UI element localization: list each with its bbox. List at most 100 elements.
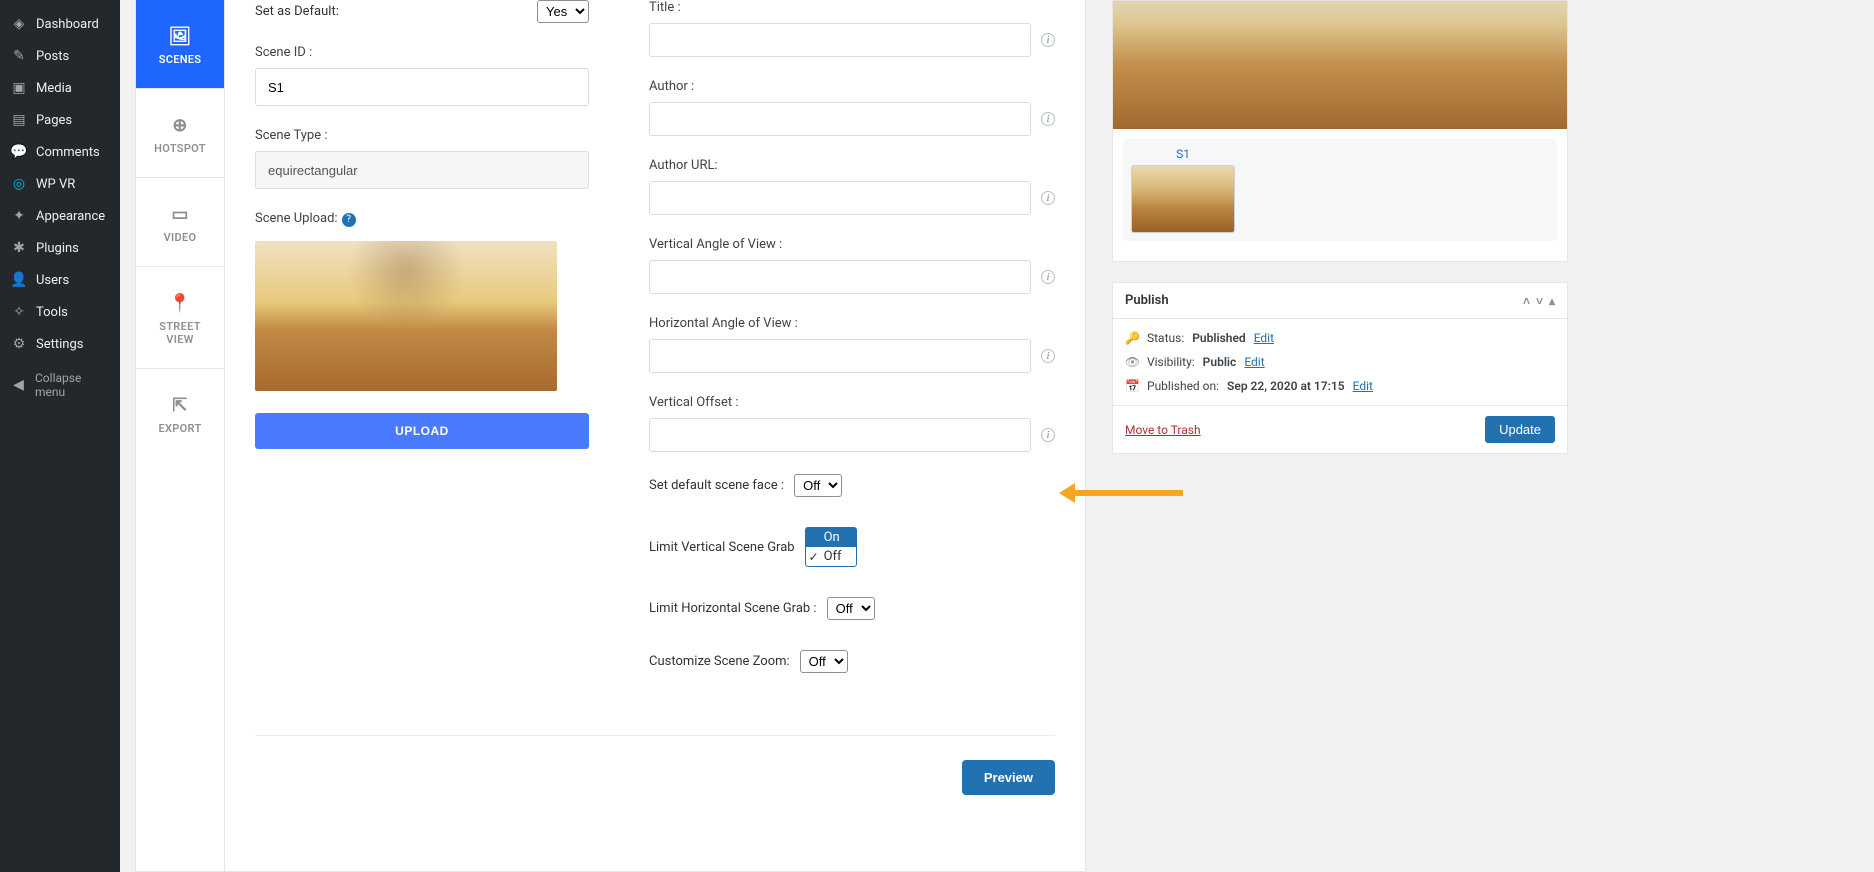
target-icon: ⊕	[172, 115, 187, 136]
key-icon: 🔑	[1125, 331, 1139, 345]
vertical-tabs: 🖼 SCENES ⊕ HOTSPOT ▭ VIDEO 📍 STREETVIEW ⇱ EXP…	[135, 0, 225, 872]
gear-icon: ⚙	[10, 335, 28, 353]
pin-icon: ✎	[10, 47, 28, 65]
nav-label: Plugins	[36, 241, 79, 256]
scene-thumb-item[interactable]: S1	[1131, 147, 1235, 233]
media-icon: ▣	[10, 79, 28, 97]
image-icon: 🖼	[168, 26, 191, 47]
tab-label: VIDEO	[164, 231, 197, 244]
limit-vertical-dropdown-open[interactable]: On ✓Off	[805, 527, 857, 567]
edit-visibility-link[interactable]: Edit	[1244, 355, 1264, 369]
scene-upload-label: Scene Upload:?	[255, 211, 356, 227]
publish-header: Publish ˄ ˅ ▴	[1113, 283, 1567, 319]
wrench-icon: ✧	[10, 303, 28, 321]
tab-label: STREETVIEW	[159, 320, 201, 346]
default-face-select[interactable]: Off	[794, 474, 842, 497]
upload-button[interactable]: UPLOAD	[255, 413, 589, 449]
nav-label: Users	[36, 273, 69, 288]
dropdown-option-on[interactable]: On	[806, 528, 856, 547]
update-button[interactable]: Update	[1485, 416, 1555, 443]
tab-hotspot[interactable]: ⊕ HOTSPOT	[136, 89, 224, 178]
author-url-input[interactable]	[649, 181, 1031, 215]
published-value: Sep 22, 2020 at 17:15	[1227, 379, 1345, 393]
vaov-input[interactable]	[649, 260, 1031, 294]
tab-video[interactable]: ▭ VIDEO	[136, 178, 224, 267]
zoom-select[interactable]: Off	[800, 650, 848, 673]
separator	[255, 735, 1055, 736]
nav-posts[interactable]: ✎ Posts	[0, 40, 120, 72]
preview-button[interactable]: Preview	[962, 760, 1055, 795]
vaov-label: Vertical Angle of View :	[649, 237, 782, 252]
status-value: Published	[1192, 331, 1245, 345]
nav-label: Tools	[36, 305, 68, 320]
zoom-label: Customize Scene Zoom:	[649, 654, 790, 669]
nav-plugins[interactable]: ✱Plugins	[0, 232, 120, 264]
collapse-menu[interactable]: ◀Collapse menu	[0, 364, 120, 406]
nav-label: Media	[36, 81, 72, 96]
title-label: Title :	[649, 0, 681, 15]
nav-pages[interactable]: ▤Pages	[0, 104, 120, 136]
info-icon[interactable]: i	[1041, 349, 1055, 363]
edit-date-link[interactable]: Edit	[1353, 379, 1373, 393]
author-input[interactable]	[649, 102, 1031, 136]
chevron-up-icon[interactable]: ˄	[1523, 294, 1530, 308]
edit-status-link[interactable]: Edit	[1254, 331, 1274, 345]
nav-wpvr[interactable]: ◎WP VR	[0, 168, 120, 200]
brush-icon: ✦	[10, 207, 28, 225]
tab-street-view[interactable]: 📍 STREETVIEW	[136, 267, 224, 369]
scene-advanced-column: Title : i Author : i Author URL: i Verti…	[649, 0, 1055, 695]
haov-input[interactable]	[649, 339, 1031, 373]
dropdown-option-off[interactable]: ✓Off	[806, 547, 856, 566]
nav-label: Pages	[36, 113, 72, 128]
info-icon[interactable]: i	[1041, 112, 1055, 126]
check-icon: ✓	[809, 550, 819, 564]
tab-export[interactable]: ⇱ EXPORT	[136, 369, 224, 457]
tab-label: EXPORT	[158, 422, 201, 435]
nav-comments[interactable]: 💬Comments	[0, 136, 120, 168]
visibility-row: 👁 Visibility: Public Edit	[1125, 355, 1555, 369]
preview-image[interactable]	[1113, 1, 1567, 129]
title-input[interactable]	[649, 23, 1031, 57]
scene-thumbnail[interactable]	[255, 241, 557, 391]
tab-scenes[interactable]: 🖼 SCENES	[136, 0, 224, 89]
set-default-label: Set as Default:	[255, 4, 339, 19]
limit-horizontal-label: Limit Horizontal Scene Grab :	[649, 601, 817, 616]
nav-appearance[interactable]: ✦Appearance	[0, 200, 120, 232]
set-default-select[interactable]: Yes	[537, 0, 589, 23]
scene-thumb-image	[1131, 165, 1235, 233]
info-icon[interactable]: i	[1041, 428, 1055, 442]
calendar-icon: 📅	[1125, 379, 1139, 393]
caret-icon[interactable]: ▴	[1549, 294, 1555, 308]
move-to-trash-link[interactable]: Move to Trash	[1125, 423, 1201, 437]
limit-horizontal-select[interactable]: Off	[827, 597, 875, 620]
dashboard-icon: ◈	[10, 15, 28, 33]
nav-media[interactable]: ▣ Media	[0, 72, 120, 104]
nav-settings[interactable]: ⚙Settings	[0, 328, 120, 360]
voffset-input[interactable]	[649, 418, 1031, 452]
tab-label: HOTSPOT	[154, 142, 206, 155]
scene-id-input[interactable]	[255, 68, 589, 106]
tab-label: SCENES	[159, 53, 202, 66]
nav-tools[interactable]: ✧ Tools	[0, 296, 120, 328]
collapse-icon: ◀	[10, 376, 27, 394]
nav-users[interactable]: 👤Users	[0, 264, 120, 296]
nav-label: Posts	[36, 49, 69, 64]
video-icon: ▭	[171, 204, 188, 225]
haov-label: Horizontal Angle of View :	[649, 316, 798, 331]
help-icon[interactable]: ?	[342, 213, 356, 227]
published-label: Published on:	[1147, 379, 1219, 393]
status-label: Status:	[1147, 331, 1184, 345]
export-icon: ⇱	[172, 395, 187, 416]
pin-icon: 📍	[169, 293, 192, 314]
limit-vertical-label: Limit Vertical Scene Grab	[649, 540, 795, 555]
vr-icon: ◎	[10, 175, 28, 193]
chevron-down-icon[interactable]: ˅	[1536, 294, 1543, 308]
info-icon[interactable]: i	[1041, 191, 1055, 205]
voffset-label: Vertical Offset :	[649, 395, 739, 410]
info-icon[interactable]: i	[1041, 270, 1055, 284]
info-icon[interactable]: i	[1041, 33, 1055, 47]
nav-dashboard[interactable]: ◈Dashboard	[0, 8, 120, 40]
publish-title: Publish	[1125, 293, 1169, 308]
default-face-label: Set default scene face :	[649, 478, 784, 493]
main-content: Set as Default: Yes Scene ID : Scene Typ…	[225, 0, 1086, 872]
